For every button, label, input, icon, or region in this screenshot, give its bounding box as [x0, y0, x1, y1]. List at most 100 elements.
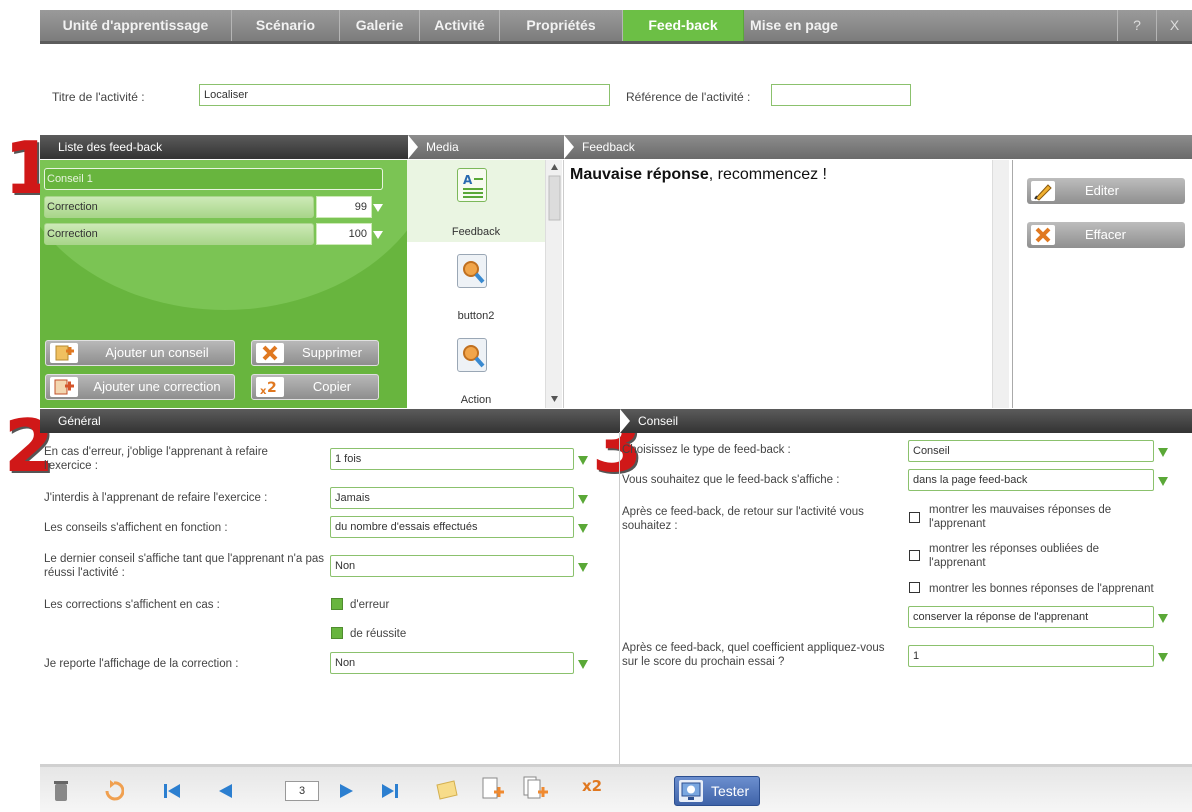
- main-tab-bar: Unité d'apprentissage Scénario Galerie A…: [40, 10, 1192, 44]
- monitor-icon: [679, 780, 703, 802]
- chevron-down-icon[interactable]: [578, 495, 588, 504]
- keep-answer-select[interactable]: conserver la réponse de l'apprenant: [908, 606, 1154, 628]
- chevron-down-icon[interactable]: [1158, 477, 1168, 486]
- tab-activite[interactable]: Activité: [420, 10, 500, 41]
- svg-text:A: A: [463, 173, 473, 187]
- last-page-icon[interactable]: [380, 781, 400, 801]
- copy-label: Copier: [312, 379, 352, 394]
- general-q1-select[interactable]: 1 fois: [330, 448, 574, 470]
- chevron-down-icon[interactable]: [578, 524, 588, 533]
- conseil-return-label: Après ce feed-back, de retour sur l'acti…: [622, 506, 864, 532]
- copy-button[interactable]: x2 Copier: [251, 374, 379, 400]
- general-q3-select[interactable]: du nombre d'essais effectués: [330, 516, 574, 538]
- tab-unite-apprentissage[interactable]: Unité d'apprentissage: [40, 10, 232, 41]
- chevron-down-icon[interactable]: [1158, 448, 1168, 457]
- chevron-down-icon[interactable]: [578, 456, 588, 465]
- note-icon[interactable]: [434, 777, 460, 803]
- help-button[interactable]: ?: [1117, 10, 1157, 41]
- show-wrong-answers-checkbox[interactable]: [909, 512, 920, 523]
- edit-label: Editer: [1085, 183, 1119, 198]
- chevron-down-icon[interactable]: [578, 660, 588, 669]
- feedback-list-panel: Conseil 1 Correction 99 Correction 100 A…: [40, 160, 407, 408]
- bottom-toolbar: 3 x2 Tester: [40, 764, 1192, 812]
- general-q4-select[interactable]: Non: [330, 555, 574, 577]
- svg-text:2: 2: [267, 380, 277, 396]
- feedback-order-value[interactable]: 99: [316, 196, 372, 218]
- conseil-display-select[interactable]: dans la page feed-back: [908, 469, 1154, 491]
- success-checkbox-label: de réussite: [350, 628, 407, 640]
- tab-mise-en-page[interactable]: Mise en page: [744, 10, 844, 41]
- conseil-type-select[interactable]: Conseil: [908, 440, 1154, 462]
- media-item-feedback[interactable]: A Feedback: [407, 160, 545, 242]
- copy-x2-icon: x2: [256, 377, 284, 397]
- next-page-icon[interactable]: [338, 781, 356, 801]
- chevron-down-icon[interactable]: [1158, 614, 1168, 623]
- header-chevron: [620, 409, 630, 433]
- chevron-down-icon[interactable]: [373, 231, 383, 239]
- tab-proprietes[interactable]: Propriétés: [500, 10, 623, 41]
- undo-icon[interactable]: [104, 779, 124, 801]
- general-q2-select[interactable]: Jamais: [330, 487, 574, 509]
- coefficient-select[interactable]: 1: [908, 645, 1154, 667]
- edit-button[interactable]: Editer: [1027, 178, 1185, 204]
- tester-button[interactable]: Tester: [674, 776, 760, 806]
- add-correction-icon: [50, 377, 78, 397]
- media-item-label: Action: [460, 394, 492, 406]
- general-header: Général: [40, 409, 620, 433]
- error-checkbox[interactable]: [331, 598, 343, 610]
- trash-icon[interactable]: [52, 779, 70, 803]
- first-page-icon[interactable]: [162, 781, 182, 801]
- media-item-label: Feedback: [451, 226, 501, 238]
- tester-label: Tester: [711, 783, 750, 799]
- add-hint-icon: [50, 343, 78, 363]
- media-item-button2[interactable]: button2: [407, 246, 545, 328]
- media-item-action[interactable]: Action: [407, 330, 545, 408]
- tab-feed-back[interactable]: Feed-back: [623, 10, 744, 41]
- chevron-down-icon[interactable]: [578, 563, 588, 572]
- chevron-down-icon[interactable]: [373, 204, 383, 212]
- duplicate-x2-icon[interactable]: x2: [582, 777, 602, 795]
- general-q2-label: J'interdis à l'apprenant de refaire l'ex…: [44, 492, 268, 504]
- feedback-scrollbar[interactable]: [992, 160, 1009, 408]
- feedback-list-item[interactable]: Conseil 1: [44, 168, 383, 190]
- svg-text:x: x: [260, 386, 267, 397]
- conseil-header: Conseil: [620, 409, 1192, 433]
- tab-scenario[interactable]: Scénario: [232, 10, 340, 41]
- coefficient-label: Après ce feed-back, quel coefficient app…: [622, 642, 885, 668]
- add-correction-button[interactable]: Ajouter une correction: [45, 374, 235, 400]
- activity-title-input[interactable]: Localiser: [199, 84, 610, 106]
- feedback-list-item[interactable]: Correction: [44, 196, 314, 218]
- show-wrong-answers-label: montrer les mauvaises réponses de l'appr…: [929, 504, 1112, 530]
- media-header: Media: [408, 135, 564, 159]
- previous-page-icon[interactable]: [216, 781, 234, 801]
- page-number-input[interactable]: 3: [285, 781, 319, 801]
- general-header-label: Général: [58, 414, 101, 428]
- close-button[interactable]: X: [1157, 10, 1192, 41]
- column-divider: [619, 432, 620, 764]
- add-page-icon[interactable]: [480, 775, 506, 803]
- feedback-list-item[interactable]: Correction: [44, 223, 314, 245]
- add-pages-icon[interactable]: [522, 775, 552, 803]
- document-icon: A: [457, 168, 487, 202]
- chevron-down-icon[interactable]: [1158, 653, 1168, 662]
- show-correct-answers-checkbox[interactable]: [909, 582, 920, 593]
- add-hint-button[interactable]: Ajouter un conseil: [45, 340, 235, 366]
- delete-button[interactable]: Supprimer: [251, 340, 379, 366]
- media-scrollbar[interactable]: [545, 160, 562, 408]
- media-item-label: button2: [457, 310, 495, 322]
- general-q5-label: Les corrections s'affichent en cas :: [44, 599, 220, 611]
- show-forgotten-answers-checkbox[interactable]: [909, 550, 920, 561]
- erase-button[interactable]: Effacer: [1027, 222, 1185, 248]
- error-checkbox-label: d'erreur: [350, 599, 390, 611]
- activity-title-label: Titre de l'activité :: [52, 90, 145, 104]
- success-checkbox[interactable]: [331, 627, 343, 639]
- feedback-text-area[interactable]: Mauvaise réponse, recommencez !: [563, 160, 992, 408]
- activity-ref-input[interactable]: [771, 84, 911, 106]
- general-q6-select[interactable]: Non: [330, 652, 574, 674]
- tab-galerie[interactable]: Galerie: [340, 10, 420, 41]
- header-chevron: [408, 135, 418, 159]
- feedback-order-value[interactable]: 100: [316, 223, 372, 245]
- erase-label: Effacer: [1085, 227, 1126, 242]
- magnifier-icon: [457, 338, 487, 372]
- general-q3-label: Les conseils s'affichent en fonction :: [44, 522, 228, 534]
